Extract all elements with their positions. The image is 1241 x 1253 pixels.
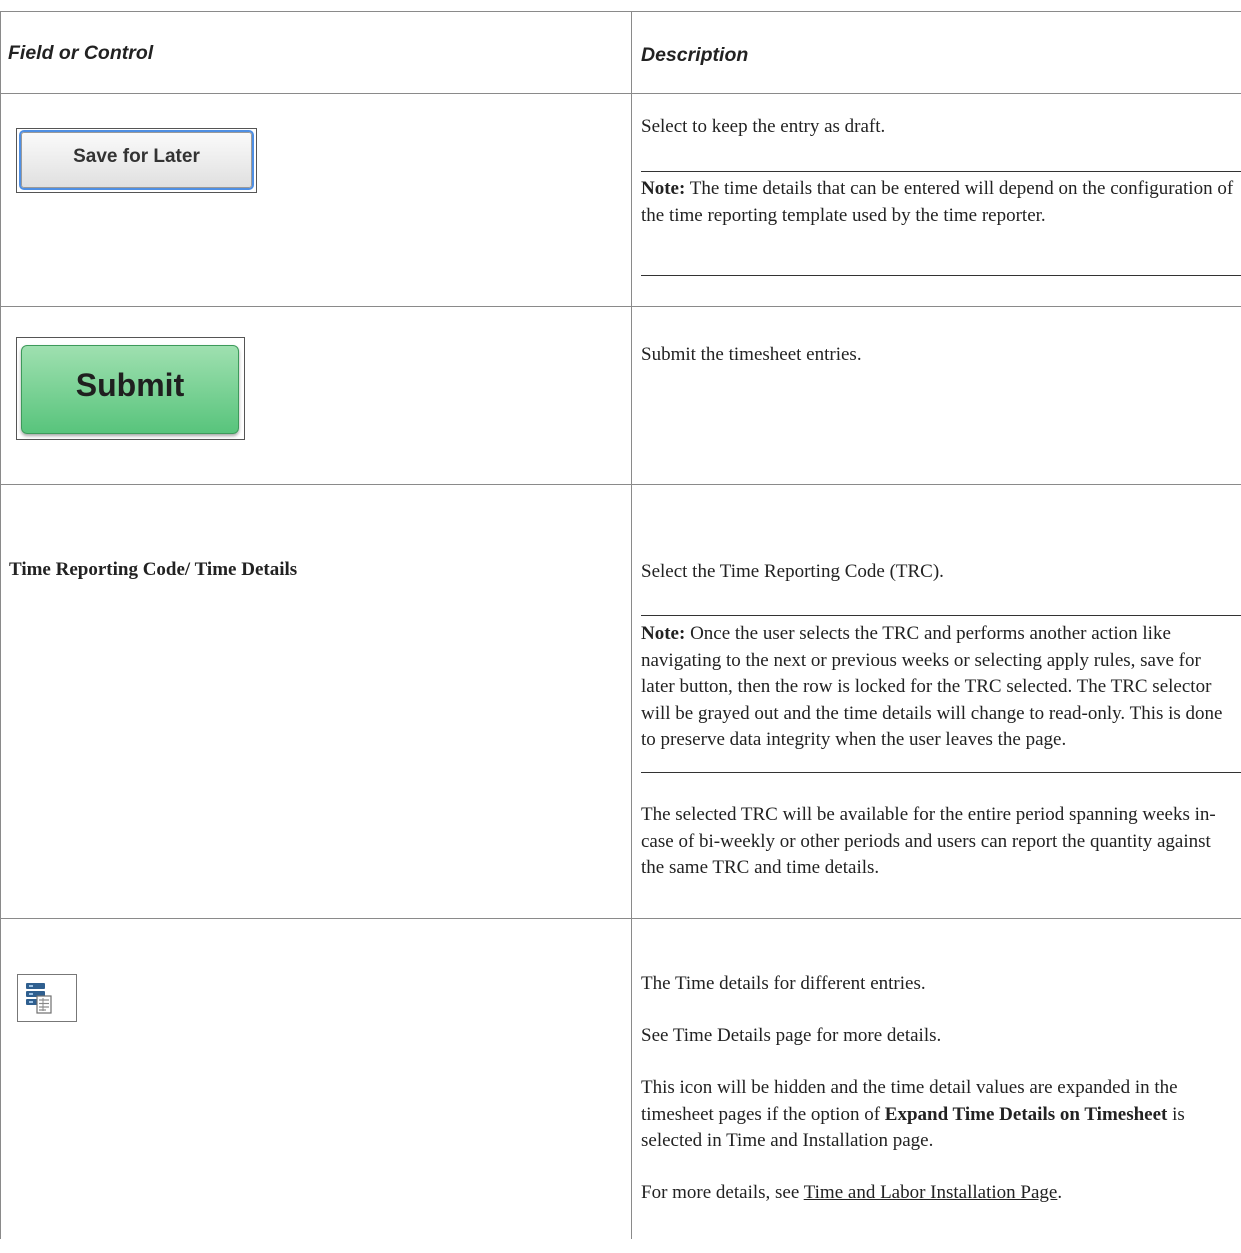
submit-description: Submit the timesheet entries.: [641, 344, 862, 365]
save-for-later-screenshot: Save for Later: [16, 128, 257, 193]
submit-button: Submit: [21, 345, 239, 434]
note-rule-bottom: [641, 772, 1241, 773]
time-details-hidden-note: This icon will be hidden and the time de…: [641, 1075, 1241, 1155]
note-text: The time details that can be entered wil…: [641, 178, 1234, 226]
description-cell: Select the Time Reporting Code (TRC). No…: [632, 485, 1241, 918]
trc-description: Select the Time Reporting Code (TRC).: [641, 561, 944, 582]
more-details-text: For more details, see: [641, 1182, 804, 1203]
field-cell: [1, 919, 632, 1239]
time-details-icon: [26, 983, 52, 1014]
note-rule-bottom: [641, 275, 1241, 276]
table-row-time-reporting-code: Time Reporting Code/ Time Details Select…: [1, 485, 1241, 919]
time-reporting-code-label: Time Reporting Code/ Time Details: [9, 559, 298, 580]
trc-note: Note: Once the user selects the TRC and …: [641, 621, 1237, 754]
table-header-row: Field or Control Description: [1, 12, 1241, 94]
save-description: Select to keep the entry as draft.: [641, 116, 886, 137]
trc-extra-description: The selected TRC will be available for t…: [641, 804, 1216, 878]
note-text: Once the user selects the TRC and perfor…: [641, 623, 1223, 750]
field-cell: Submit: [1, 307, 632, 484]
description-cell: Submit the timesheet entries.: [632, 307, 1241, 484]
time-details-see-page: See Time Details page for more details.: [641, 1025, 942, 1046]
save-note: Note: The time details that can be enter…: [641, 176, 1237, 229]
field-cell: Save for Later: [1, 94, 632, 306]
period: .: [1057, 1182, 1063, 1203]
field-description-table: Field or Control Description Save for La…: [0, 11, 1241, 1239]
header-field-or-control: Field or Control: [1, 12, 632, 93]
more-details-line: For more details, see Time and Labor Ins…: [641, 1180, 1237, 1207]
description-cell: The Time details for different entries. …: [632, 919, 1241, 1239]
header-description: Description: [641, 44, 749, 66]
description-cell: Select to keep the entry as draft. Note:…: [632, 94, 1241, 306]
note-label: Note:: [641, 623, 686, 644]
note-rule-top: [641, 171, 1241, 172]
note-rule-top: [641, 615, 1241, 616]
submit-screenshot: Submit: [16, 337, 245, 440]
field-cell: Time Reporting Code/ Time Details: [1, 485, 632, 918]
table-row-save-for-later: Save for Later Select to keep the entry …: [1, 94, 1241, 307]
option-name: Expand Time Details on Timesheet: [884, 1103, 1168, 1125]
time-details-icon-screenshot: [17, 974, 77, 1022]
table-row-submit: Submit Submit the timesheet entries.: [1, 307, 1241, 485]
save-for-later-button: Save for Later: [21, 132, 252, 188]
note-label: Note:: [641, 178, 686, 199]
time-and-labor-installation-link[interactable]: Time and Labor Installation Page: [804, 1182, 1058, 1203]
table-row-time-details: The Time details for different entries. …: [1, 919, 1241, 1239]
time-details-description: The Time details for different entries.: [641, 973, 926, 994]
